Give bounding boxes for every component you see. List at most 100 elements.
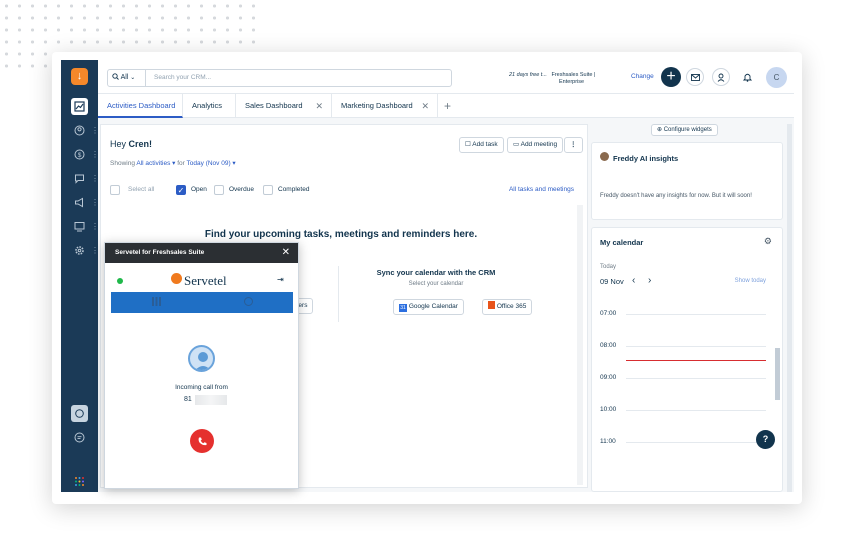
right-widgets: ⊕ Configure widgets Freddy AI insights F…: [591, 124, 794, 492]
sidebar-conversations-icon[interactable]: [71, 170, 88, 187]
overdue-checkbox[interactable]: [214, 185, 224, 195]
hang-up-button[interactable]: [190, 429, 214, 453]
logout-icon[interactable]: ⇥: [277, 275, 284, 284]
freddy-title: Freddy AI insights: [613, 154, 679, 163]
right-scrollbar[interactable]: [787, 124, 792, 492]
calendar-icon: ▭: [513, 141, 520, 148]
sidebar-reports-more[interactable]: ⋮: [91, 223, 99, 231]
sidebar-marketing-icon[interactable]: [71, 194, 88, 211]
hour-line: [626, 346, 766, 347]
greeting-word: Hey: [110, 139, 127, 149]
current-time-line: [626, 360, 766, 361]
sidebar-deals-icon[interactable]: $: [71, 146, 88, 163]
hour-line: [626, 442, 766, 443]
office-365-icon: [488, 301, 495, 309]
sidebar-conversations-more[interactable]: ⋮: [91, 175, 99, 183]
calendar-scrollbar[interactable]: [775, 348, 780, 400]
user-name: Cren!: [128, 139, 153, 149]
tab-label: Marketing Dashboard: [341, 101, 413, 110]
time-label: 10:00: [600, 406, 617, 413]
bell-icon[interactable]: [738, 68, 756, 86]
quick-add-button[interactable]: +: [661, 67, 681, 87]
freshsales-logo-icon[interactable]: ↓: [71, 68, 88, 85]
freddy-insights-card: Freddy AI insights Freddy doesn't have a…: [591, 142, 783, 220]
sidebar-settings-more[interactable]: ⋮: [91, 247, 99, 255]
chevron-down-icon[interactable]: ▾: [170, 160, 175, 167]
change-plan-link[interactable]: Change: [631, 73, 654, 80]
email-icon[interactable]: [686, 68, 704, 86]
all-tasks-link[interactable]: All tasks and meetings: [509, 186, 574, 193]
more-options-icon[interactable]: ⋮: [564, 137, 583, 153]
time-label: 09:00: [600, 374, 617, 381]
office-365-label: Office 365: [496, 303, 527, 310]
tab-analytics[interactable]: Analytics: [183, 94, 236, 118]
select-all-label: Select all: [128, 186, 155, 193]
gear-icon[interactable]: ⚙: [764, 236, 772, 247]
user-avatar[interactable]: C: [766, 67, 787, 88]
activity-filter-line: Showing All activities ▾ for Today (Nov …: [110, 159, 236, 167]
incoming-call-label: Incoming call from: [175, 384, 228, 391]
tab-sales-dashboard[interactable]: Sales Dashboard ✕: [236, 94, 332, 118]
dialpad-icon[interactable]: [152, 297, 161, 306]
sidebar-freddy-icon[interactable]: [71, 405, 88, 422]
google-calendar-label: Google Calendar: [408, 303, 458, 310]
help-button[interactable]: ?: [756, 430, 775, 449]
redacted-number: [195, 395, 227, 405]
add-task-label: Add task: [472, 141, 498, 148]
sidebar-dashboard-icon[interactable]: [71, 98, 88, 115]
tab-marketing-dashboard[interactable]: Marketing Dashboard ✕: [332, 94, 438, 118]
date-range-dropdown[interactable]: Today (Nov 09): [187, 160, 231, 167]
add-task-button[interactable]: ☐ Add task: [459, 137, 504, 153]
next-day-chevron-icon[interactable]: ›: [648, 275, 651, 286]
prev-day-chevron-icon[interactable]: ‹: [632, 275, 635, 286]
time-label: 07:00: [600, 310, 617, 317]
open-checkbox[interactable]: ✓: [176, 185, 186, 195]
sidebar: ↓ ⋮ $ ⋮ ⋮ ⋮ ⋮ ⋮: [61, 60, 99, 492]
select-all-checkbox[interactable]: [110, 185, 120, 195]
freddy-assistant-icon[interactable]: [712, 68, 730, 86]
sidebar-contacts-more[interactable]: ⋮: [91, 127, 99, 135]
configure-widgets-button[interactable]: ⊕ Configure widgets: [651, 124, 718, 136]
phone-icon: [198, 437, 206, 445]
sidebar-deals-more[interactable]: ⋮: [91, 151, 99, 159]
close-icon[interactable]: ✕: [315, 94, 323, 118]
time-label: 11:00: [600, 438, 616, 445]
add-meeting-button[interactable]: ▭ Add meeting: [507, 137, 564, 153]
status-online-icon: [117, 278, 123, 284]
completed-label: Completed: [278, 186, 310, 193]
configure-widgets-label: Configure widgets: [663, 127, 712, 133]
office-365-button[interactable]: Office 365: [482, 299, 533, 315]
main-scrollbar[interactable]: [577, 205, 583, 485]
open-label: Open: [191, 186, 207, 193]
chevron-down-icon[interactable]: ▾: [231, 160, 235, 167]
sidebar-reports-icon[interactable]: [71, 218, 88, 235]
hour-line: [626, 410, 766, 411]
global-search[interactable]: All ⌄ Search your CRM...: [107, 69, 452, 87]
history-icon[interactable]: [244, 297, 253, 306]
activity-type-dropdown[interactable]: All activities: [136, 160, 170, 167]
tab-label: Activities Dashboard: [107, 101, 176, 110]
trial-plan: Freshsales Suite |: [551, 72, 596, 78]
sidebar-chat-icon[interactable]: [71, 429, 88, 446]
show-today-link[interactable]: Show today: [735, 278, 766, 284]
servetel-logo-icon: [171, 273, 182, 284]
tab-label: Analytics: [192, 101, 223, 110]
completed-checkbox[interactable]: [263, 185, 273, 195]
servetel-brand: Servetel: [184, 273, 227, 288]
search-input[interactable]: Search your CRM...: [154, 70, 211, 86]
top-bar: All ⌄ Search your CRM... 21 days free t.…: [98, 60, 794, 94]
sidebar-marketing-more[interactable]: ⋮: [91, 199, 99, 207]
app-switcher-icon[interactable]: [71, 473, 88, 490]
close-icon[interactable]: ✕: [421, 94, 429, 118]
tab-label: Sales Dashboard: [245, 101, 303, 110]
add-tab-plus-icon[interactable]: +: [444, 94, 451, 118]
section-divider: [338, 266, 339, 322]
tab-activities-dashboard[interactable]: Activities Dashboard: [98, 94, 183, 118]
sidebar-contacts-icon[interactable]: [71, 122, 88, 139]
calendar-title: My calendar: [600, 238, 644, 247]
google-calendar-button[interactable]: 31 Google Calendar: [393, 299, 464, 315]
close-icon[interactable]: ✕: [282, 243, 290, 263]
search-scope-select[interactable]: All ⌄: [108, 70, 146, 86]
add-meeting-label: Add meeting: [520, 141, 558, 148]
sidebar-settings-icon[interactable]: [71, 242, 88, 259]
